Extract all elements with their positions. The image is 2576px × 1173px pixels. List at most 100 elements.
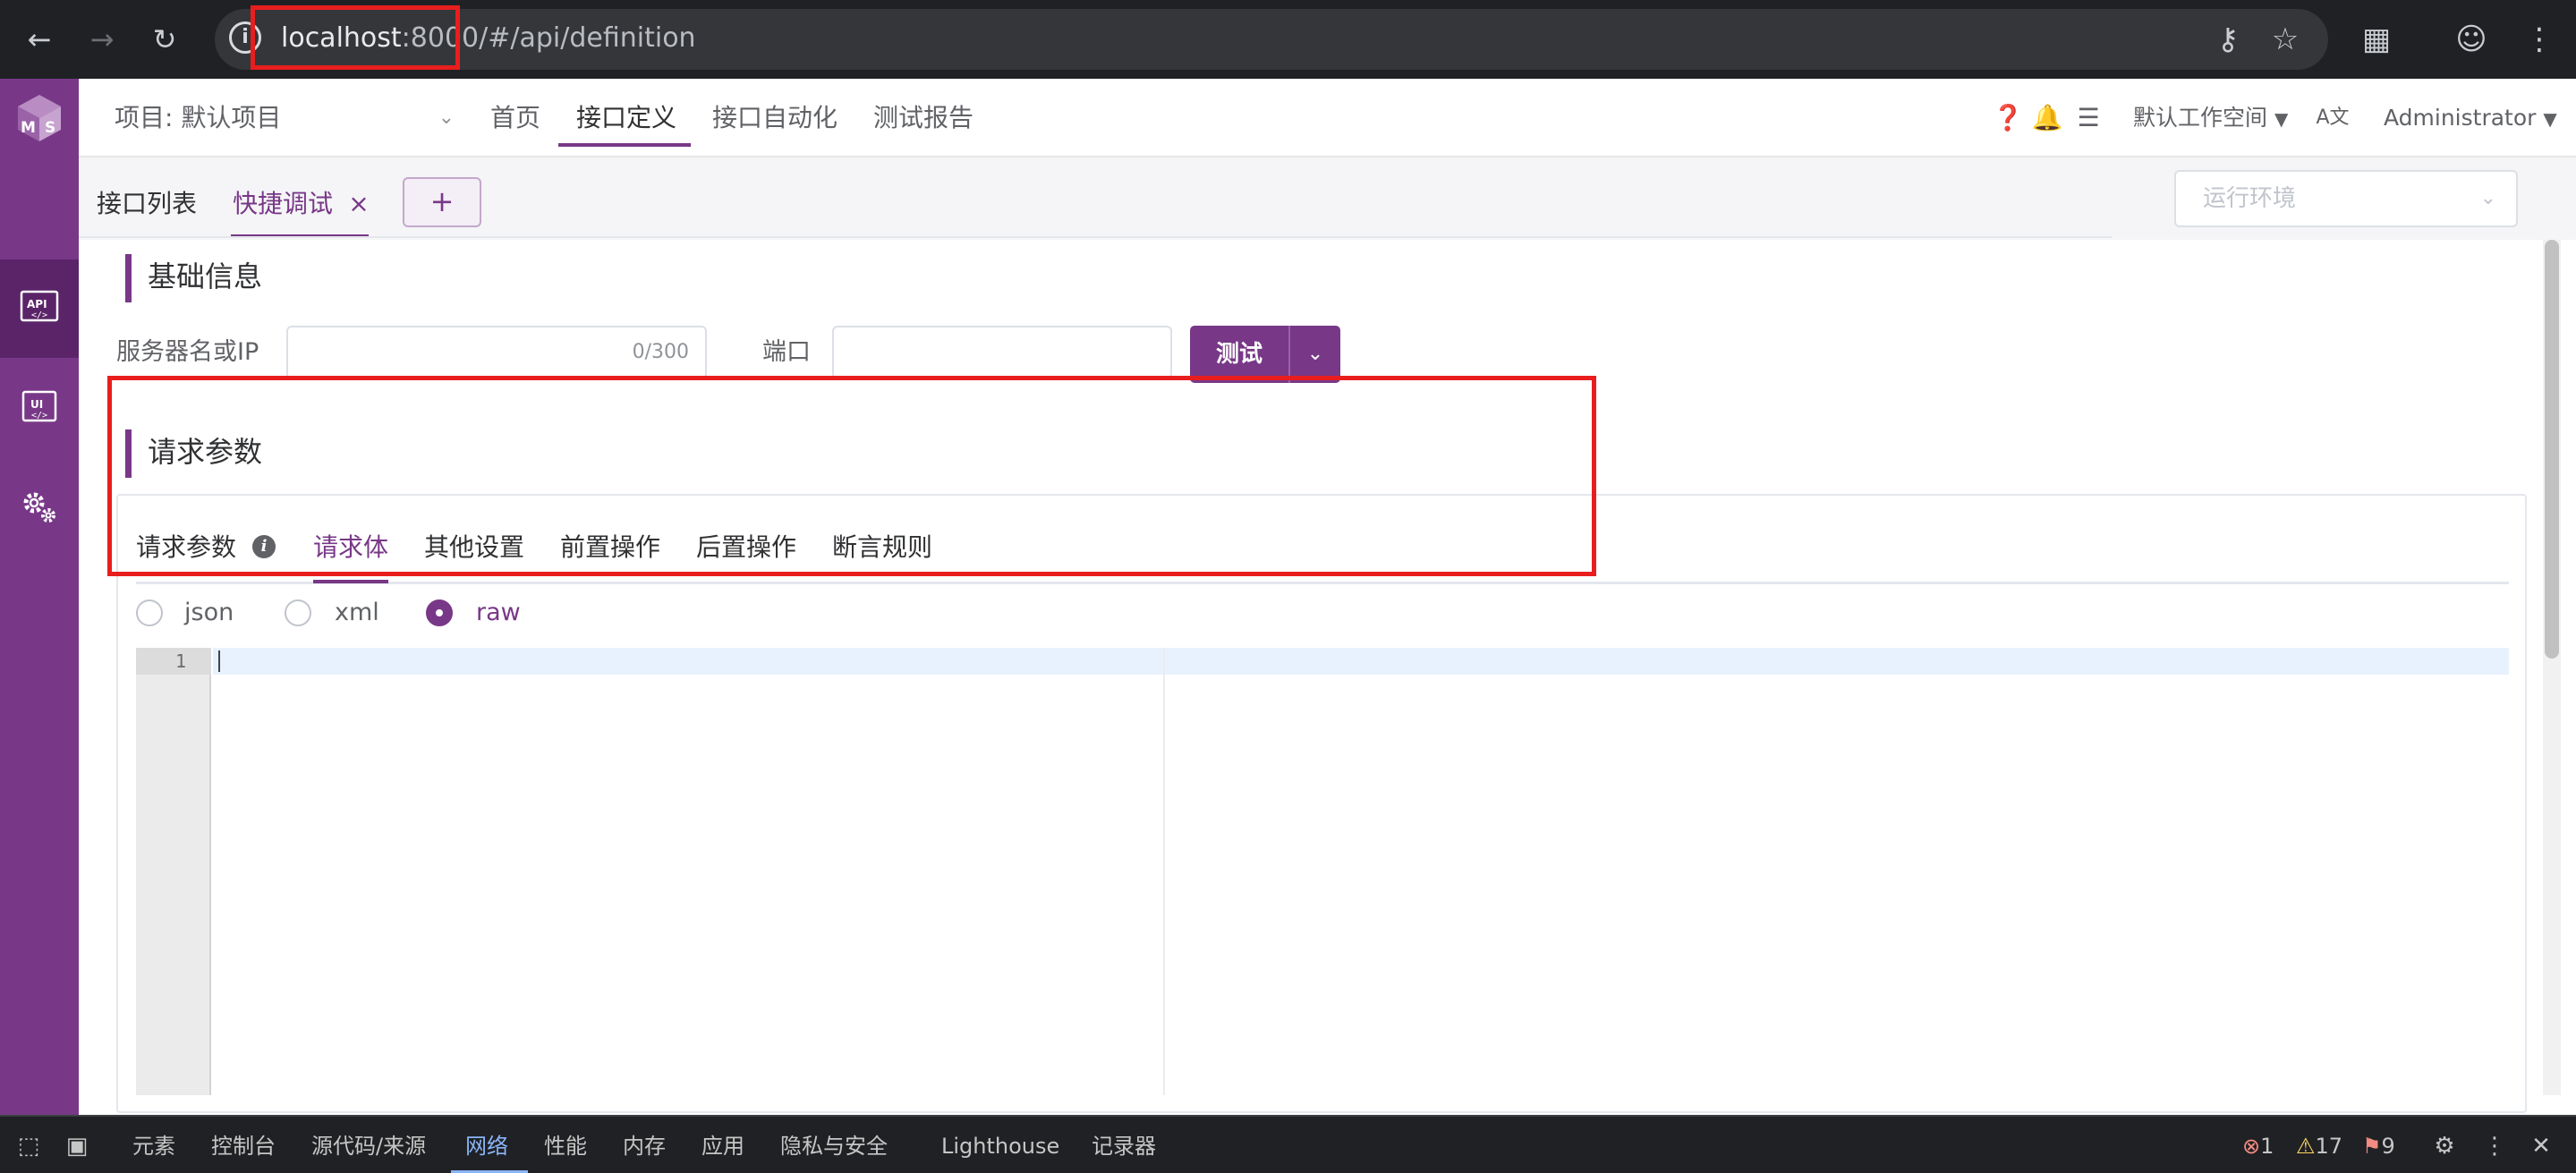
editor-active-line[interactable] (213, 648, 2509, 675)
svg-text:</>: </> (31, 411, 47, 421)
devtools-tab-lighthouse[interactable]: Lighthouse (941, 1127, 1059, 1165)
server-input[interactable]: 0/300 (286, 326, 707, 379)
nav-active-indicator (558, 143, 691, 147)
nav-test-report[interactable]: 测试报告 (873, 97, 973, 140)
radio-json-label[interactable]: json (184, 592, 234, 633)
devtools-bar: ⬚ ▣ 元素 控制台 源代码/来源 网络 性能 内存 应用 隐私与安全 Ligh… (0, 1115, 2576, 1173)
devtools-more-icon[interactable]: ⋮ (2478, 1131, 2511, 1161)
svg-text:S: S (45, 119, 55, 137)
test-dropdown-chevron-icon[interactable]: ⌄ (1290, 326, 1340, 383)
ui-icon: UI </> (21, 390, 57, 422)
devtools-tab-memory[interactable]: 内存 (623, 1127, 666, 1165)
error-icon: ⊗ (2242, 1134, 2261, 1159)
browser-menu-icon[interactable]: ⋮ (2516, 16, 2563, 63)
radio-xml[interactable] (285, 599, 311, 626)
devtools-close-icon[interactable]: ✕ (2525, 1131, 2557, 1161)
project-select[interactable]: 项目: 默认项目 ⌄ (115, 97, 455, 140)
request-tabs-divider (136, 582, 2509, 584)
user-menu[interactable]: Administrator ▼ (2384, 97, 2557, 140)
help-icon[interactable]: ❓ (1992, 100, 2024, 136)
issue-count: 9 (2381, 1134, 2395, 1159)
language-icon[interactable]: A文 (2312, 100, 2353, 136)
close-tab-icon[interactable]: × (344, 186, 374, 222)
svg-text:</>: </> (31, 310, 47, 320)
api-icon: API </> (20, 290, 59, 322)
tabs-divider (79, 236, 2112, 238)
extensions-icon[interactable]: ▦ (2353, 16, 2400, 63)
environment-select[interactable]: 运行环境 ⌄ (2174, 170, 2518, 227)
tab-quick-debug[interactable]: 快捷调试 (233, 183, 333, 225)
password-key-icon[interactable]: ⚷ (2205, 16, 2251, 63)
devtools-issue-count[interactable]: ⚑9 (2362, 1127, 2395, 1165)
nav-api-definition[interactable]: 接口定义 (576, 97, 676, 140)
devtools-tab-console[interactable]: 控制台 (211, 1127, 276, 1165)
devtools-tab-network[interactable]: 网络 (465, 1127, 508, 1165)
devtools-tab-performance[interactable]: 性能 (544, 1127, 587, 1165)
devtools-settings-icon[interactable]: ⚙ (2428, 1131, 2461, 1161)
sidebar-item-api[interactable]: API </> (0, 259, 79, 358)
issue-flag-icon: ⚑ (2362, 1134, 2382, 1159)
devtools-tab-sources[interactable]: 源代码/来源 (311, 1127, 426, 1165)
test-button[interactable]: 测试 (1190, 326, 1288, 383)
editor-gutter (136, 648, 211, 1095)
devtools-error-count[interactable]: ⊗1 (2242, 1127, 2274, 1165)
error-count: 1 (2260, 1134, 2274, 1159)
app-header: 项目: 默认项目 ⌄ 首页 接口定义 接口自动化 测试报告 ❓ 🔔 ☰ 默认工作… (79, 79, 2576, 157)
devtools-tab-elements[interactable]: 元素 (132, 1127, 175, 1165)
workspace-tabs: 接口列表 快捷调试 × + 运行环境 ⌄ (79, 157, 2576, 240)
devtools-tab-recorder[interactable]: 记录器 (1092, 1127, 1156, 1165)
sidebar-item-settings[interactable] (0, 458, 79, 557)
devtools-tab-application[interactable]: 应用 (701, 1127, 744, 1165)
server-char-counter: 0/300 (632, 341, 689, 363)
chevron-down-icon: ⌄ (438, 106, 455, 129)
caret-down-icon: ▼ (2274, 108, 2289, 130)
warning-icon: ⚠ (2296, 1134, 2316, 1159)
svg-text:API: API (27, 298, 47, 310)
radio-raw-label[interactable]: raw (476, 592, 521, 633)
device-toolbar-icon[interactable]: ▣ (61, 1131, 93, 1161)
user-label: Administrator (2384, 105, 2537, 131)
add-tab-button[interactable]: + (403, 177, 481, 227)
caret-down-icon: ▼ (2543, 108, 2557, 130)
profile-icon[interactable]: ☺ (2448, 16, 2495, 63)
basic-info-title: 基础信息 (125, 254, 262, 302)
nav-api-automation[interactable]: 接口自动化 (712, 97, 837, 140)
devtools-warning-count[interactable]: ⚠17 (2296, 1127, 2342, 1165)
inspect-element-icon[interactable]: ⬚ (13, 1131, 45, 1161)
port-label: 端口 (762, 338, 811, 366)
tab-api-list[interactable]: 接口列表 (97, 183, 197, 225)
chevron-down-icon: ⌄ (2479, 187, 2496, 209)
forward-icon[interactable]: → (79, 16, 125, 63)
sidebar: M S API </> UI </> (0, 79, 79, 1115)
reload-icon[interactable]: ↻ (141, 16, 188, 63)
body-code-editor[interactable] (136, 648, 2509, 1095)
scrollbar-thumb[interactable] (2545, 240, 2559, 659)
sidebar-item-ui[interactable]: UI </> (0, 360, 79, 458)
request-tab-active-indicator (313, 580, 388, 583)
devtools-tab-privacy-security[interactable]: 隐私与安全 (780, 1127, 888, 1165)
radio-raw[interactable] (426, 599, 453, 626)
nav-home[interactable]: 首页 (490, 97, 540, 140)
svg-text:UI: UI (30, 398, 43, 411)
workspace-select[interactable]: 默认工作空间 ▼ (2133, 97, 2288, 140)
workspace-label: 默认工作空间 (2133, 105, 2268, 131)
url-highlight-box (251, 5, 460, 70)
test-button-group: 测试 ⌄ (1190, 326, 1340, 383)
notification-bell-icon[interactable]: 🔔 (2031, 100, 2063, 136)
radio-json[interactable] (136, 599, 163, 626)
port-input[interactable] (832, 326, 1172, 379)
bookmark-star-icon[interactable]: ☆ (2262, 16, 2308, 63)
editor-line-number: 1 (174, 650, 186, 672)
svg-text:M: M (21, 119, 36, 137)
back-icon[interactable]: ← (16, 16, 63, 63)
server-label: 服务器名或IP (116, 338, 259, 366)
radio-xml-label[interactable]: xml (335, 592, 379, 633)
warning-count: 17 (2315, 1134, 2343, 1159)
task-list-icon[interactable]: ☰ (2072, 100, 2104, 136)
url-path: /#/api/definition (479, 22, 696, 54)
editor-print-margin (1163, 648, 1165, 1095)
request-tabs-highlight-box (107, 376, 1596, 576)
project-label: 项目: 默认项目 (115, 103, 282, 132)
editor-cursor (218, 650, 220, 672)
environment-placeholder: 运行环境 (2203, 185, 2297, 212)
